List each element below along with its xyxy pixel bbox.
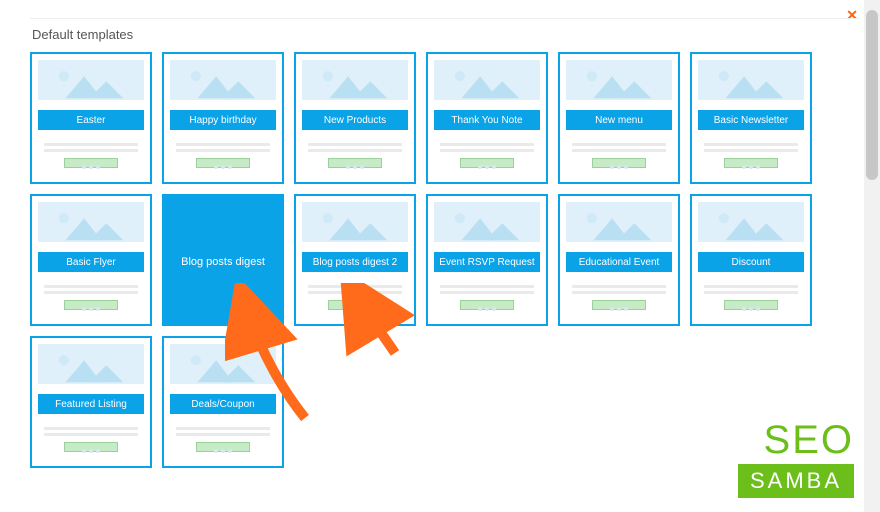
template-label: Event RSVP Request — [434, 252, 540, 272]
template-card[interactable]: Thank You Note — [426, 52, 548, 184]
template-label: Featured Listing — [38, 394, 144, 414]
template-label: Easter — [38, 110, 144, 130]
template-card[interactable]: New menu — [558, 52, 680, 184]
template-grid: Easter Happy birthday New Products Thank Yo… — [30, 52, 860, 468]
template-label: Thank You Note — [434, 110, 540, 130]
template-label: Discount — [698, 252, 804, 272]
template-label: Blog posts digest — [170, 252, 276, 272]
divider — [30, 18, 860, 19]
template-card[interactable]: Featured Listing — [30, 336, 152, 468]
vertical-scrollbar[interactable] — [864, 0, 880, 512]
template-card[interactable]: Basic Flyer — [30, 194, 152, 326]
template-card[interactable]: New Products — [294, 52, 416, 184]
template-card[interactable]: Blog posts digest 2 — [294, 194, 416, 326]
scroll-thumb[interactable] — [866, 10, 878, 180]
template-card[interactable]: Event RSVP Request — [426, 194, 548, 326]
template-label: Basic Flyer — [38, 252, 144, 272]
template-card[interactable]: Basic Newsletter — [690, 52, 812, 184]
template-label: Deals/Coupon — [170, 394, 276, 414]
template-label: Basic Newsletter — [698, 110, 804, 130]
template-label: Blog posts digest 2 — [302, 252, 408, 272]
template-card[interactable]: Discount — [690, 194, 812, 326]
template-label: New Products — [302, 110, 408, 130]
template-label: New menu — [566, 110, 672, 130]
template-card[interactable]: Blog posts digest — [162, 194, 284, 326]
template-label: Happy birthday — [170, 110, 276, 130]
template-card[interactable]: Educational Event — [558, 194, 680, 326]
section-title: Default templates — [32, 27, 860, 42]
dialog-viewport: ✕ Default templates EasterHappy birthday… — [0, 0, 880, 512]
template-label: Educational Event — [566, 252, 672, 272]
template-card[interactable]: Easter — [30, 52, 152, 184]
template-card[interactable]: Happy birthday — [162, 52, 284, 184]
template-card[interactable]: Deals/Coupon — [162, 336, 284, 468]
logo-bottom: SAMBA — [738, 464, 854, 498]
